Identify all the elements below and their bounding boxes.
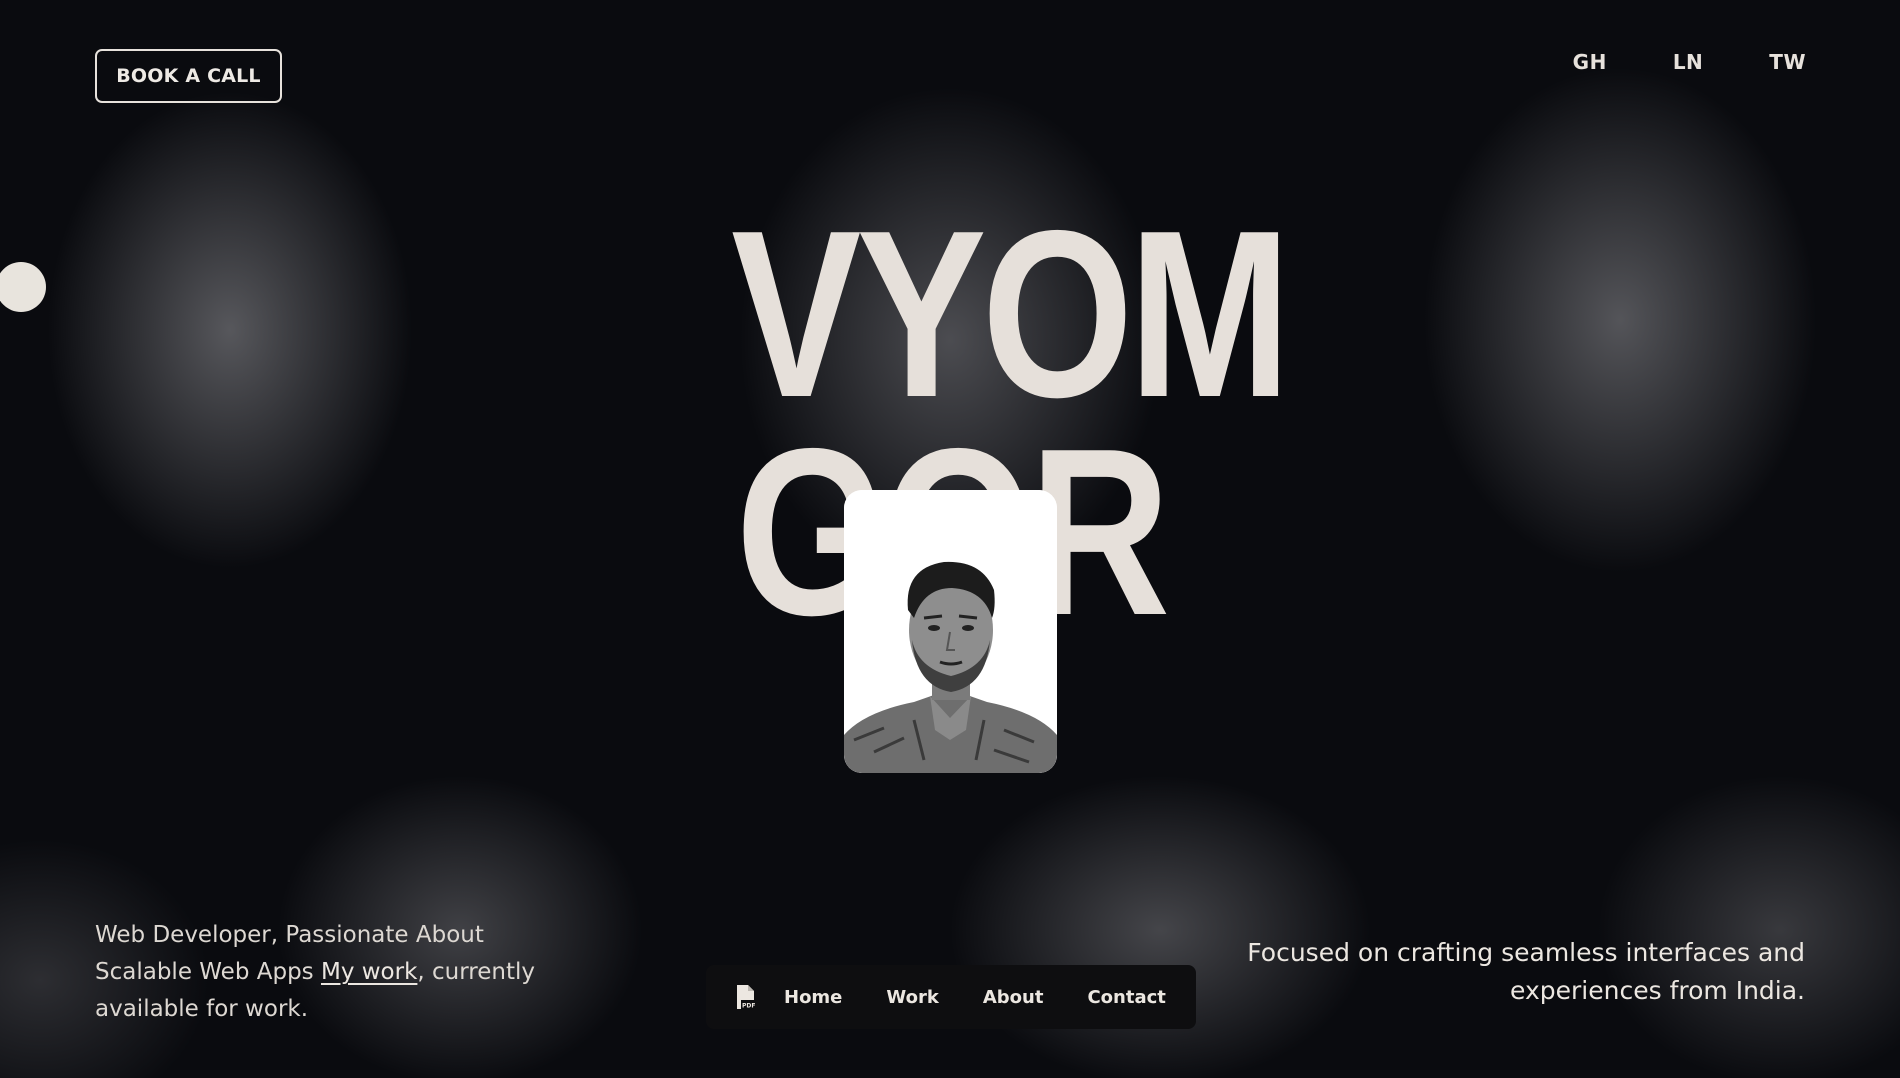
- svg-text:PDF: PDF: [742, 1003, 755, 1010]
- nav-home[interactable]: Home: [784, 987, 842, 1008]
- book-a-call-button[interactable]: BOOK A CALL: [95, 49, 282, 103]
- intro-text: Web Developer, Passionate About Scalable…: [95, 917, 585, 1028]
- social-links: GH LN TW: [1573, 50, 1806, 74]
- tagline: Focused on crafting seamless interfaces …: [1247, 938, 1805, 1005]
- my-work-link[interactable]: My work: [321, 959, 417, 985]
- nav-about[interactable]: About: [983, 987, 1044, 1008]
- nav-work[interactable]: Work: [886, 987, 938, 1008]
- hero-title-first-name: VYOM: [731, 182, 1291, 447]
- nav-contact[interactable]: Contact: [1087, 987, 1165, 1008]
- profile-photo-illustration: [844, 490, 1057, 773]
- github-link[interactable]: GH: [1573, 50, 1607, 74]
- profile-photo: [844, 490, 1057, 773]
- linkedin-link[interactable]: LN: [1673, 50, 1703, 74]
- bottom-nav: PDF Home Work About Contact: [706, 965, 1196, 1029]
- pdf-file-icon[interactable]: PDF: [734, 984, 756, 1010]
- twitter-link[interactable]: TW: [1769, 50, 1806, 74]
